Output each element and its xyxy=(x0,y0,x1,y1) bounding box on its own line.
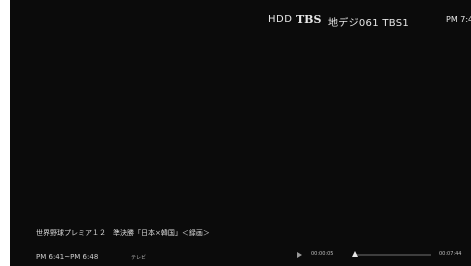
channel-logo: TBS xyxy=(296,13,322,26)
seek-track[interactable] xyxy=(354,254,431,256)
screen: HDD TBS 地デジ061 TBS1 PM 7:4 世界野球プレミア１２ 準決… xyxy=(0,0,471,266)
program-time: PM 6:41~PM 6:48 xyxy=(36,253,99,261)
clock: PM 7:4 xyxy=(446,15,471,24)
total-time: 00:07:44 xyxy=(439,251,462,257)
playback-bar: 00:00:05 00:07:44 xyxy=(297,251,467,261)
elapsed-time: 00:00:05 xyxy=(311,251,334,257)
program-title: 世界野球プレミア１２ 準決勝「日本×韓国」＜録画＞ xyxy=(36,229,210,237)
seek-handle[interactable] xyxy=(351,251,358,257)
status-bar: HDD TBS 地デジ061 TBS1 PM 7:4 xyxy=(10,13,471,30)
play-icon[interactable] xyxy=(297,252,302,258)
storage-label: HDD xyxy=(268,14,293,25)
program-genre: テレビ xyxy=(131,255,147,261)
channel-info: 地デジ061 TBS1 xyxy=(328,18,410,29)
video-player[interactable]: HDD TBS 地デジ061 TBS1 PM 7:4 世界野球プレミア１２ 準決… xyxy=(10,0,471,266)
